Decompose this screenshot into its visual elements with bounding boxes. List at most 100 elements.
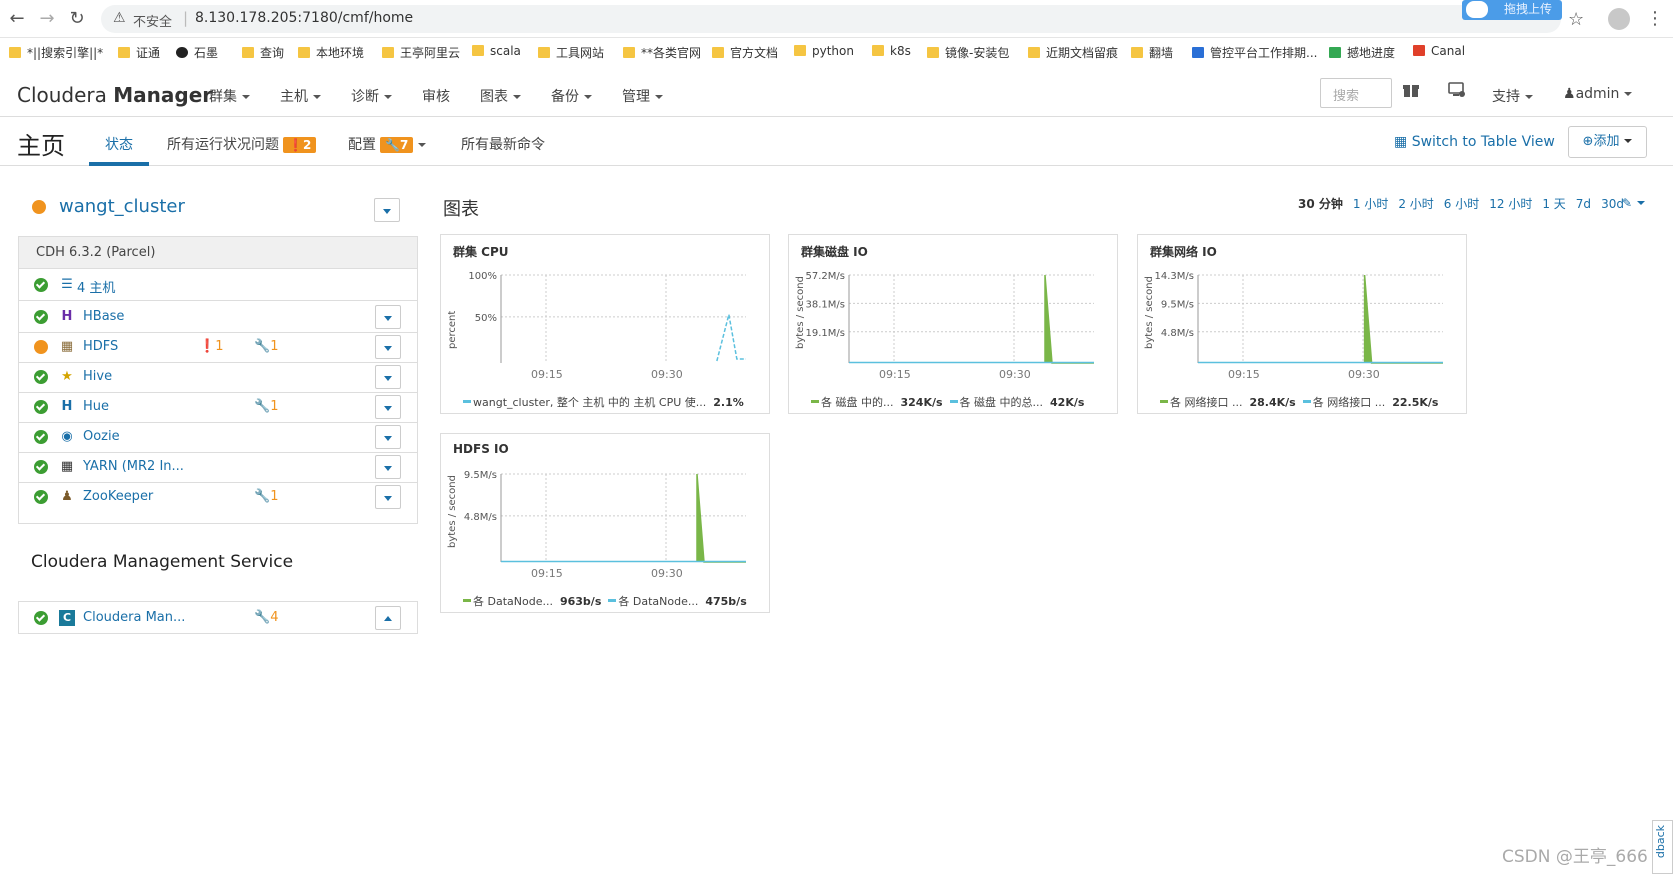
bookmark-item[interactable]: Canal bbox=[1413, 44, 1465, 58]
y-tick-label: 57.2M/s bbox=[806, 271, 845, 282]
service-actions-dropdown[interactable] bbox=[375, 365, 401, 389]
chart-panel[interactable]: 群集 CPU percent 100% 50% 09:15 09:30 wangt_clus… bbox=[440, 234, 770, 414]
upload-button[interactable]: 拖拽上传 bbox=[1462, 0, 1562, 20]
health-alert[interactable]: ❗1 bbox=[199, 339, 223, 354]
bookmark-item[interactable]: **各类官网 bbox=[623, 44, 701, 61]
time-range-option[interactable]: 30 分钟 bbox=[1298, 197, 1343, 211]
nav-audit[interactable]: 审核 bbox=[422, 86, 450, 106]
service-link[interactable]: Oozie bbox=[83, 429, 120, 444]
bookmark-item[interactable]: 近期文档留痕 bbox=[1028, 44, 1118, 61]
x-tick-label: 09:30 bbox=[651, 567, 683, 580]
cluster-name-link[interactable]: wangt_cluster bbox=[59, 196, 185, 217]
edit-pencil-icon[interactable]: ✎ bbox=[1622, 196, 1646, 210]
tab-status[interactable]: 状态 bbox=[105, 134, 133, 154]
service-link[interactable]: HBase bbox=[83, 309, 124, 324]
switch-table-view-link[interactable]: ▦ Switch to Table View bbox=[1394, 134, 1555, 150]
nav-charts[interactable]: 图表 bbox=[480, 86, 521, 106]
bookmark-item[interactable]: 本地环境 bbox=[298, 44, 364, 61]
tab-recent-commands[interactable]: 所有最新命令 bbox=[461, 134, 545, 154]
bookmark-item[interactable]: python bbox=[794, 44, 854, 58]
service-actions-dropdown[interactable] bbox=[375, 485, 401, 509]
status-good-icon bbox=[34, 370, 48, 384]
service-actions-dropdown[interactable] bbox=[375, 305, 401, 329]
cms-actions-dropdown[interactable] bbox=[375, 606, 401, 630]
config-issue[interactable]: 🔧1 bbox=[254, 339, 278, 354]
chart-panel[interactable]: 群集网络 IO bytes / second 14.3M/s 9.5M/s 4.8M/s… bbox=[1137, 234, 1467, 414]
service-icon: ▦ bbox=[60, 459, 74, 474]
service-link[interactable]: YARN (MR2 In... bbox=[83, 459, 184, 474]
nav-diagnostics[interactable]: 诊断 bbox=[351, 86, 392, 106]
cms-row: C Cloudera Man... 🔧4 bbox=[19, 602, 417, 634]
bookmark-item[interactable]: k8s bbox=[872, 44, 911, 58]
brand-bold: Manager bbox=[113, 83, 213, 107]
url-text[interactable]: 8.130.178.205:7180/cmf/home bbox=[195, 10, 413, 26]
service-link[interactable]: HDFS bbox=[83, 339, 118, 354]
feedback-tab[interactable]: dback bbox=[1652, 820, 1673, 874]
nav-support[interactable]: 支持 bbox=[1492, 86, 1533, 106]
add-button[interactable]: ⊕添加 bbox=[1568, 126, 1647, 158]
legend-value: 2.1% bbox=[713, 396, 744, 409]
back-icon[interactable]: ← bbox=[6, 8, 28, 30]
service-link[interactable]: ZooKeeper bbox=[83, 489, 153, 504]
brand-logo[interactable]: Cloudera Manager bbox=[17, 83, 212, 107]
service-actions-dropdown[interactable] bbox=[375, 425, 401, 449]
folder-icon bbox=[242, 47, 254, 58]
nav-admin[interactable]: 管理 bbox=[622, 86, 663, 106]
time-range-option[interactable]: 6 小时 bbox=[1444, 197, 1479, 211]
service-link[interactable]: Hive bbox=[83, 369, 112, 384]
bookmark-item[interactable]: 工具网站 bbox=[538, 44, 604, 61]
bookmark-item[interactable]: 管控平台工作排期... bbox=[1192, 44, 1317, 61]
service-actions-dropdown[interactable] bbox=[375, 455, 401, 479]
chart-panel[interactable]: 群集磁盘 IO bytes / second 57.2M/s 38.1M/s 19.1M… bbox=[788, 234, 1118, 414]
nav-backup[interactable]: 备份 bbox=[551, 86, 592, 106]
cms-service-link[interactable]: Cloudera Man... bbox=[83, 610, 185, 625]
service-link[interactable]: Hue bbox=[83, 399, 109, 414]
time-range-option[interactable]: 30d bbox=[1601, 197, 1624, 211]
chart-panel[interactable]: HDFS IO bytes / second 9.5M/s 4.8M/s 09:15 09… bbox=[440, 433, 770, 613]
bookmark-star-icon[interactable]: ☆ bbox=[1568, 9, 1584, 30]
config-issue[interactable]: 🔧4 bbox=[254, 610, 278, 625]
parcel-gift-icon[interactable] bbox=[1403, 82, 1419, 98]
time-range-option[interactable]: 12 小时 bbox=[1489, 197, 1532, 211]
service-row: H Hue 🔧1 bbox=[19, 391, 417, 423]
nav-cluster[interactable]: 群集 bbox=[209, 86, 250, 106]
address-bar[interactable]: ⚠ 不安全 | 8.130.178.205:7180/cmf/home bbox=[101, 5, 1561, 33]
hosts-link[interactable]: 4 主机 bbox=[77, 277, 115, 296]
time-range-option[interactable]: 7d bbox=[1576, 197, 1591, 211]
config-issue[interactable]: 🔧1 bbox=[254, 489, 278, 504]
bookmark-label: 翻墙 bbox=[1149, 46, 1174, 60]
nav-label: 管理 bbox=[622, 89, 650, 105]
bookmark-item[interactable]: 石墨 bbox=[176, 44, 218, 61]
bookmark-item[interactable]: 证通 bbox=[118, 44, 160, 61]
bookmark-item[interactable]: 查询 bbox=[242, 44, 284, 61]
page-subheader: 主页 状态 所有运行状况问题 ❗2 配置 🔧7 所有最新命令 ▦ Switch to… bbox=[0, 118, 1673, 166]
bookmark-item[interactable]: 官方文档 bbox=[712, 44, 778, 61]
cluster-actions-dropdown[interactable] bbox=[374, 198, 400, 222]
time-range-option[interactable]: 1 小时 bbox=[1353, 197, 1388, 211]
config-issue[interactable]: 🔧1 bbox=[254, 399, 278, 414]
service-actions-dropdown[interactable] bbox=[375, 335, 401, 359]
bookmark-item[interactable]: 翻墙 bbox=[1131, 44, 1173, 61]
service-actions-dropdown[interactable] bbox=[375, 395, 401, 419]
chart-plot: bytes / second 57.2M/s 38.1M/s 19.1M/s 09:15… bbox=[795, 271, 1094, 381]
menu-kebab-icon[interactable]: ⋮ bbox=[1646, 8, 1664, 29]
time-range-option[interactable]: 1 天 bbox=[1542, 197, 1565, 211]
profile-avatar[interactable] bbox=[1608, 8, 1630, 30]
bookmark-item[interactable]: 撼地进度 bbox=[1329, 44, 1395, 61]
service-icon: ◉ bbox=[61, 429, 73, 444]
forward-icon[interactable]: → bbox=[36, 8, 58, 30]
search-input[interactable]: 搜索 bbox=[1320, 78, 1392, 108]
bookmark-label: k8s bbox=[890, 44, 911, 58]
tab-health-issues[interactable]: 所有运行状况问题 ❗2 bbox=[167, 134, 317, 154]
x-tick-label: 09:30 bbox=[651, 368, 683, 381]
running-commands-icon[interactable] bbox=[1448, 82, 1466, 98]
bookmark-item[interactable]: 王亭阿里云 bbox=[382, 44, 460, 61]
nav-hosts[interactable]: 主机 bbox=[280, 86, 321, 106]
nav-user[interactable]: ♟admin bbox=[1563, 86, 1633, 102]
bookmark-item[interactable]: *||搜索引擎||* bbox=[9, 44, 103, 61]
tab-configuration[interactable]: 配置 🔧7 bbox=[348, 134, 427, 154]
bookmark-item[interactable]: scala bbox=[472, 44, 521, 58]
reload-icon[interactable]: ↻ bbox=[66, 8, 88, 30]
time-range-option[interactable]: 2 小时 bbox=[1398, 197, 1433, 211]
bookmark-item[interactable]: 镜像-安装包 bbox=[927, 44, 1009, 61]
